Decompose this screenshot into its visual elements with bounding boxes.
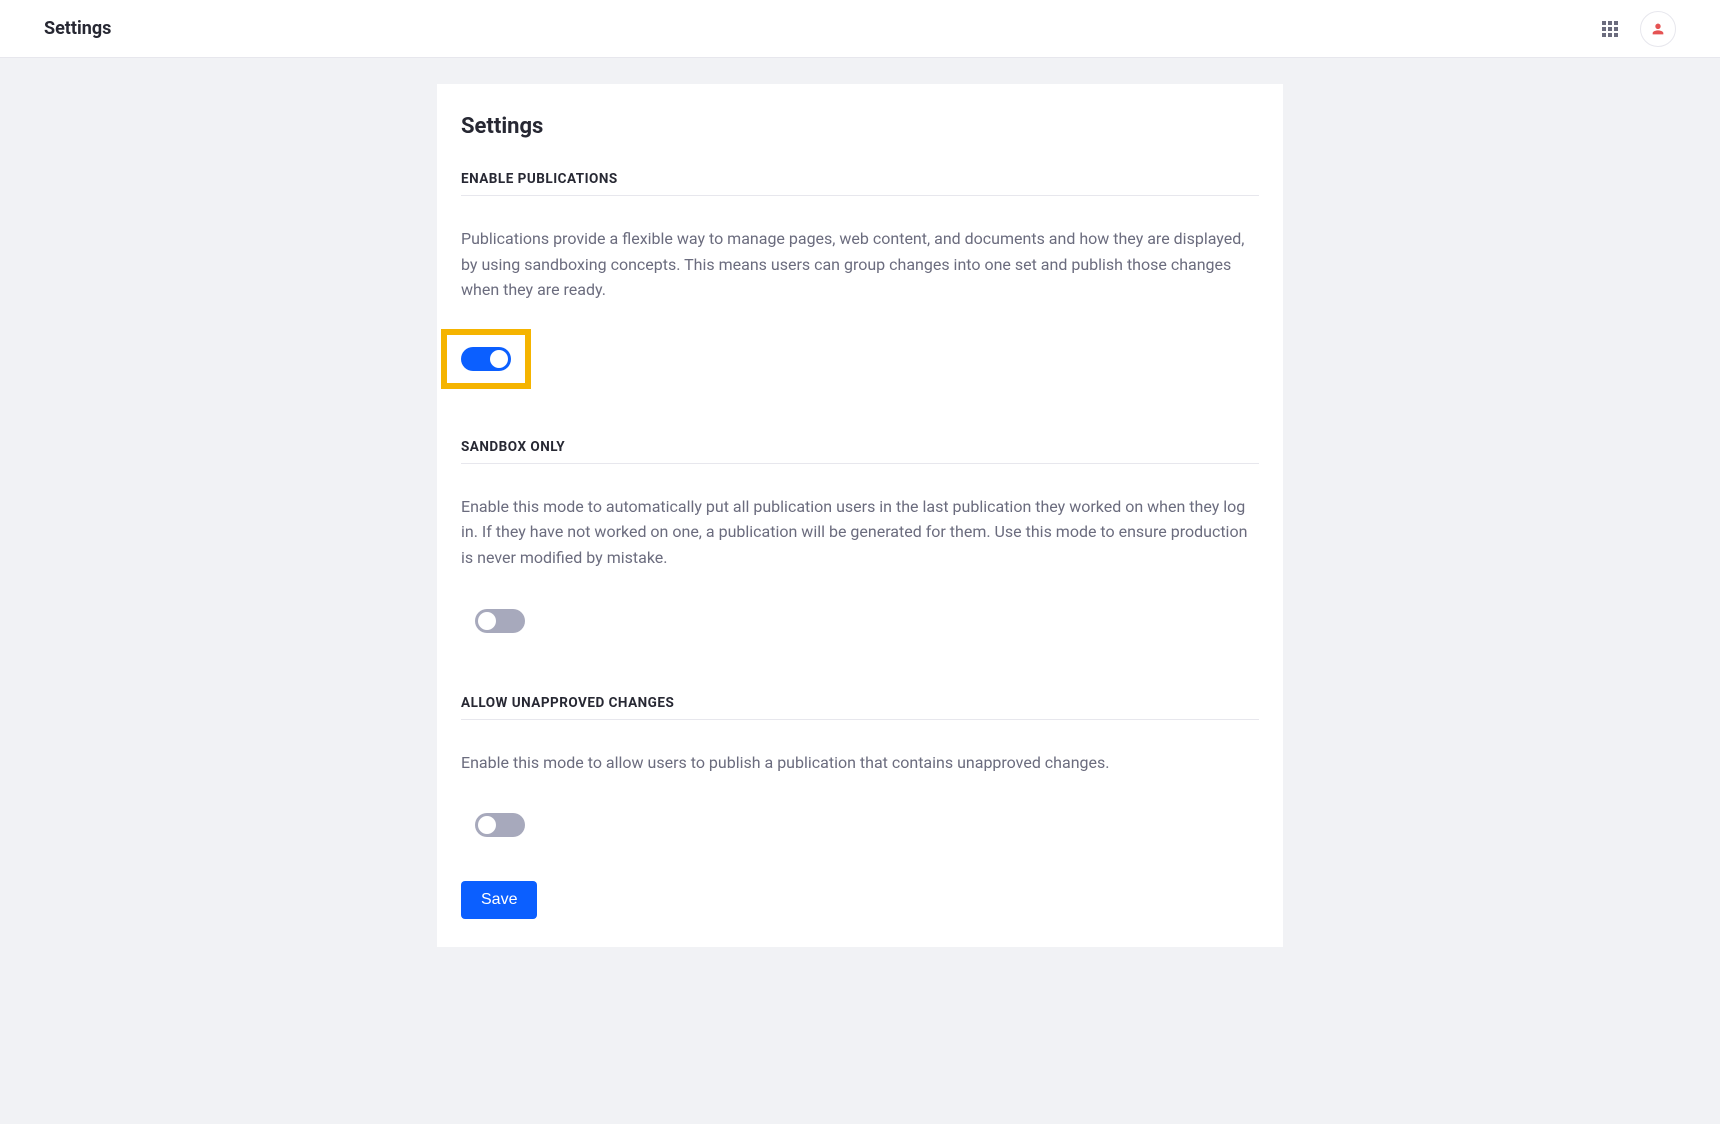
- header-title: Settings: [44, 18, 111, 39]
- toggle-knob: [490, 350, 508, 368]
- person-icon: [1650, 21, 1666, 37]
- avatar[interactable]: [1640, 11, 1676, 47]
- header-bar: Settings: [0, 0, 1720, 58]
- section-description: Publications provide a flexible way to m…: [461, 226, 1259, 303]
- save-button[interactable]: Save: [461, 881, 537, 919]
- header-actions: [1602, 11, 1676, 47]
- apps-grid-icon[interactable]: [1602, 21, 1618, 37]
- settings-card: Settings ENABLE PUBLICATIONS Publication…: [437, 84, 1283, 947]
- card-title: Settings: [461, 114, 1259, 139]
- section-header: SANDBOX ONLY: [461, 439, 1259, 464]
- sandbox-only-toggle[interactable]: [475, 609, 525, 633]
- toggle-highlight-box: [441, 329, 531, 389]
- main-container: Settings ENABLE PUBLICATIONS Publication…: [0, 58, 1720, 987]
- section-header: ENABLE PUBLICATIONS: [461, 171, 1259, 196]
- toggle-knob: [478, 816, 496, 834]
- section-allow-unapproved: ALLOW UNAPPROVED CHANGES Enable this mod…: [461, 695, 1259, 854]
- toggle-wrap: [461, 597, 539, 645]
- enable-publications-toggle[interactable]: [461, 347, 511, 371]
- toggle-wrap: [461, 801, 539, 849]
- section-header: ALLOW UNAPPROVED CHANGES: [461, 695, 1259, 720]
- allow-unapproved-toggle[interactable]: [475, 813, 525, 837]
- toggle-knob: [478, 612, 496, 630]
- section-sandbox-only: SANDBOX ONLY Enable this mode to automat…: [461, 439, 1259, 649]
- section-description: Enable this mode to automatically put al…: [461, 494, 1259, 571]
- section-description: Enable this mode to allow users to publi…: [461, 750, 1259, 776]
- section-enable-publications: ENABLE PUBLICATIONS Publications provide…: [461, 171, 1259, 393]
